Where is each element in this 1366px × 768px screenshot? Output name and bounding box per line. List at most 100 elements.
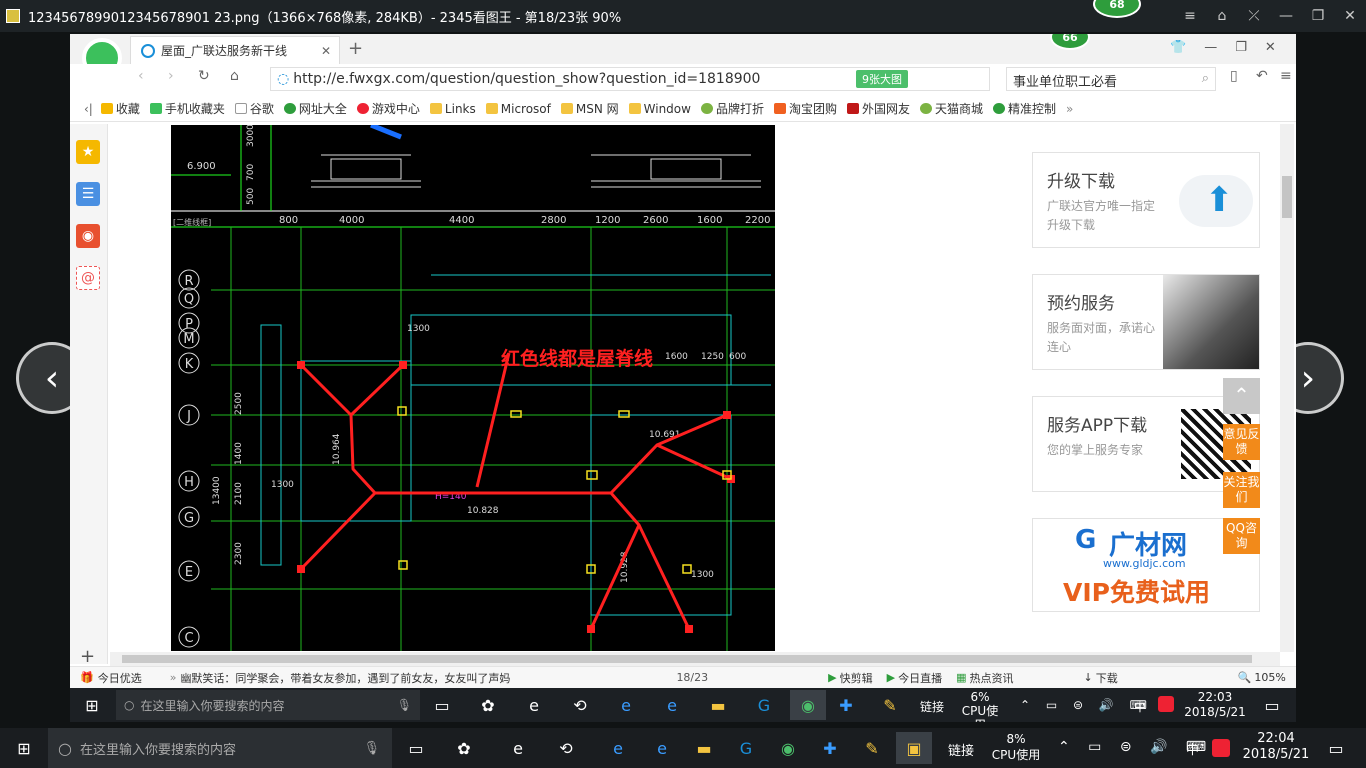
ie-icon[interactable]: e [650, 736, 674, 760]
appointment-panel[interactable]: 预约服务 服务面对面，承诺心连心 [1032, 274, 1260, 370]
scrollbar-thumb[interactable] [122, 655, 1252, 663]
app-icon[interactable]: ✿ [476, 693, 500, 717]
browser-e-icon[interactable]: e [522, 693, 546, 717]
task-view-icon[interactable]: ▭ [430, 693, 454, 717]
browser-swirl-icon[interactable]: ⟲ [568, 693, 592, 717]
antivirus-icon[interactable] [1158, 696, 1174, 712]
bookmark-item[interactable]: Links [429, 102, 476, 116]
horizontal-scrollbar[interactable] [110, 652, 1280, 666]
inner-search-box[interactable]: ○ 在这里输入你要搜索的内容 🎙 [116, 690, 420, 720]
bookmark-item[interactable]: 网址大全 [283, 100, 347, 117]
notification-icon[interactable]: ▭ [1260, 693, 1284, 717]
new-tab-button[interactable]: + [348, 38, 363, 59]
antivirus-icon[interactable] [1212, 739, 1230, 757]
undo-icon[interactable]: ↶ [1256, 68, 1268, 84]
task-view-icon[interactable]: ▭ [404, 736, 428, 760]
news-ticker[interactable]: 幽默笑话：同学聚会，带着女友参加，遇到了前女友，女友叫了声妈 [180, 670, 540, 686]
search-icon[interactable]: ⌕ [1202, 71, 1209, 86]
bookmark-item[interactable]: 天猫商城 [920, 100, 983, 117]
bookmark-item[interactable]: 淘宝团购 [773, 100, 837, 117]
app-icon[interactable]: ✿ [452, 736, 476, 760]
browser-green-icon[interactable]: ◉ [776, 736, 800, 760]
bookmark-item[interactable]: 外国网友 [847, 100, 910, 117]
maximize-button[interactable]: ❐ [1302, 0, 1334, 32]
image-viewer-icon[interactable]: ▣ [896, 732, 932, 764]
bookmark-item[interactable]: 品牌打折 [700, 100, 764, 117]
close-button[interactable]: ✕ [1334, 0, 1366, 32]
ime-indicator[interactable]: 中 [1186, 739, 1199, 758]
notes-app-icon[interactable]: ✎ [860, 736, 884, 760]
bookmark-item[interactable]: 精准控制 [993, 100, 1056, 117]
mic-icon[interactable]: 🎙 [363, 741, 380, 756]
phone-icon[interactable]: ▯ [1230, 68, 1238, 84]
follow-us-button[interactable]: 关注我们 [1223, 472, 1260, 508]
explorer-icon[interactable]: ▬ [692, 736, 716, 760]
tab-active[interactable]: 屋面_广联达服务新干线 ✕ [130, 36, 340, 64]
shirt-icon[interactable]: 👕 [1170, 40, 1186, 55]
browser-green-icon[interactable]: ◉ [790, 690, 826, 720]
edge-icon[interactable]: e [606, 736, 630, 760]
mic-icon[interactable]: 🎙 [397, 698, 412, 712]
links-toolbar[interactable]: 链接 [948, 740, 974, 759]
notification-badge[interactable]: 68 [1093, 0, 1141, 18]
notification-icon[interactable]: ▭ [1324, 736, 1348, 760]
qq-consult-button[interactable]: QQ咨询 [1223, 518, 1260, 554]
notes-app-icon[interactable]: ✎ [878, 693, 902, 717]
status-item[interactable]: 今日直播 [898, 670, 942, 686]
fullscreen-icon[interactable]: ⤫ [1238, 0, 1270, 32]
browser-e-icon[interactable]: e [506, 736, 530, 760]
mail-icon[interactable]: @ [76, 266, 100, 290]
address-bar[interactable]: ◌ http://e.fwxgx.com/question/question_s… [270, 67, 990, 91]
tool-icon[interactable]: ✚ [834, 693, 858, 717]
bookmark-item[interactable]: Window [628, 102, 691, 116]
scrollbar-thumb[interactable] [1282, 176, 1292, 218]
bookmark-item[interactable]: 游戏中心 [356, 100, 420, 117]
minimize-button[interactable]: — [1270, 0, 1302, 32]
more-bookmarks-icon[interactable]: » [1066, 102, 1073, 116]
glodon-icon[interactable]: G [752, 693, 776, 717]
menu-icon[interactable]: ≡ [1280, 68, 1292, 84]
bookmark-item[interactable]: 谷歌 [234, 100, 274, 117]
search-input[interactable]: 事业单位职工必看 ⌕ [1006, 67, 1216, 91]
explorer-icon[interactable]: ▬ [706, 693, 730, 717]
browser-swirl-icon[interactable]: ⟲ [554, 736, 578, 760]
restore-button[interactable]: ❐ [1235, 40, 1247, 55]
taskbar-clock[interactable]: 22:04 2018/5/21 [1240, 731, 1312, 763]
bookmark-item[interactable]: 手机收藏夹 [149, 100, 225, 117]
home-icon[interactable]: ⌂ [230, 68, 239, 84]
scroll-top-button[interactable]: ⌃ [1223, 378, 1260, 414]
bookmark-item[interactable]: MSN 网 [560, 100, 619, 117]
close-tab-icon[interactable]: ✕ [321, 44, 331, 58]
refresh-icon[interactable]: ↻ [198, 68, 210, 84]
close-button[interactable]: ✕ [1265, 40, 1276, 55]
big-pic-button[interactable]: 9张大图 [856, 70, 908, 88]
status-item[interactable]: 快剪辑 [840, 670, 873, 686]
forward-icon[interactable]: › [168, 68, 174, 84]
zoom-level[interactable]: 105% [1254, 671, 1285, 684]
notes-icon[interactable]: ☰ [76, 182, 100, 206]
minimize-button[interactable]: — [1204, 40, 1217, 55]
windows-start-icon[interactable]: ⊞ [80, 693, 104, 717]
status-item[interactable]: 下载 [1096, 670, 1118, 686]
tool-icon[interactable]: ✚ [818, 736, 842, 760]
add-sidebar-icon[interactable]: + [80, 646, 95, 667]
collapse-icon[interactable]: ‹| [84, 102, 93, 116]
edge-icon[interactable]: e [614, 693, 638, 717]
taskbar-search-box[interactable]: ○ 在这里输入你要搜索的内容 🎙 [48, 728, 392, 768]
favorite-star-icon[interactable]: ★ [76, 140, 100, 164]
skin-icon[interactable]: ⌂ [1206, 0, 1238, 32]
bookmark-item[interactable]: Microsof [485, 102, 551, 116]
inner-clock[interactable]: 22:03 2018/5/21 [1180, 690, 1250, 720]
browser-badge[interactable]: 66 [1050, 34, 1090, 50]
upgrade-download-panel[interactable]: 升级下载 广联达官方唯一指定升级下载 ⬆ [1032, 152, 1260, 248]
weibo-icon[interactable]: ◉ [76, 224, 100, 248]
bookmark-item[interactable]: 收藏 [100, 100, 140, 117]
vertical-scrollbar[interactable] [1280, 124, 1294, 652]
ie-icon[interactable]: e [660, 693, 684, 717]
links-toolbar[interactable]: 链接 [920, 698, 944, 715]
windows-start-icon[interactable]: ⊞ [12, 736, 36, 760]
ime-indicator[interactable]: 中 [1134, 698, 1146, 715]
today-pick-link[interactable]: 今日优选 [98, 670, 142, 686]
glodon-icon[interactable]: G [734, 736, 758, 760]
feedback-button[interactable]: 意见反馈 [1223, 424, 1260, 460]
